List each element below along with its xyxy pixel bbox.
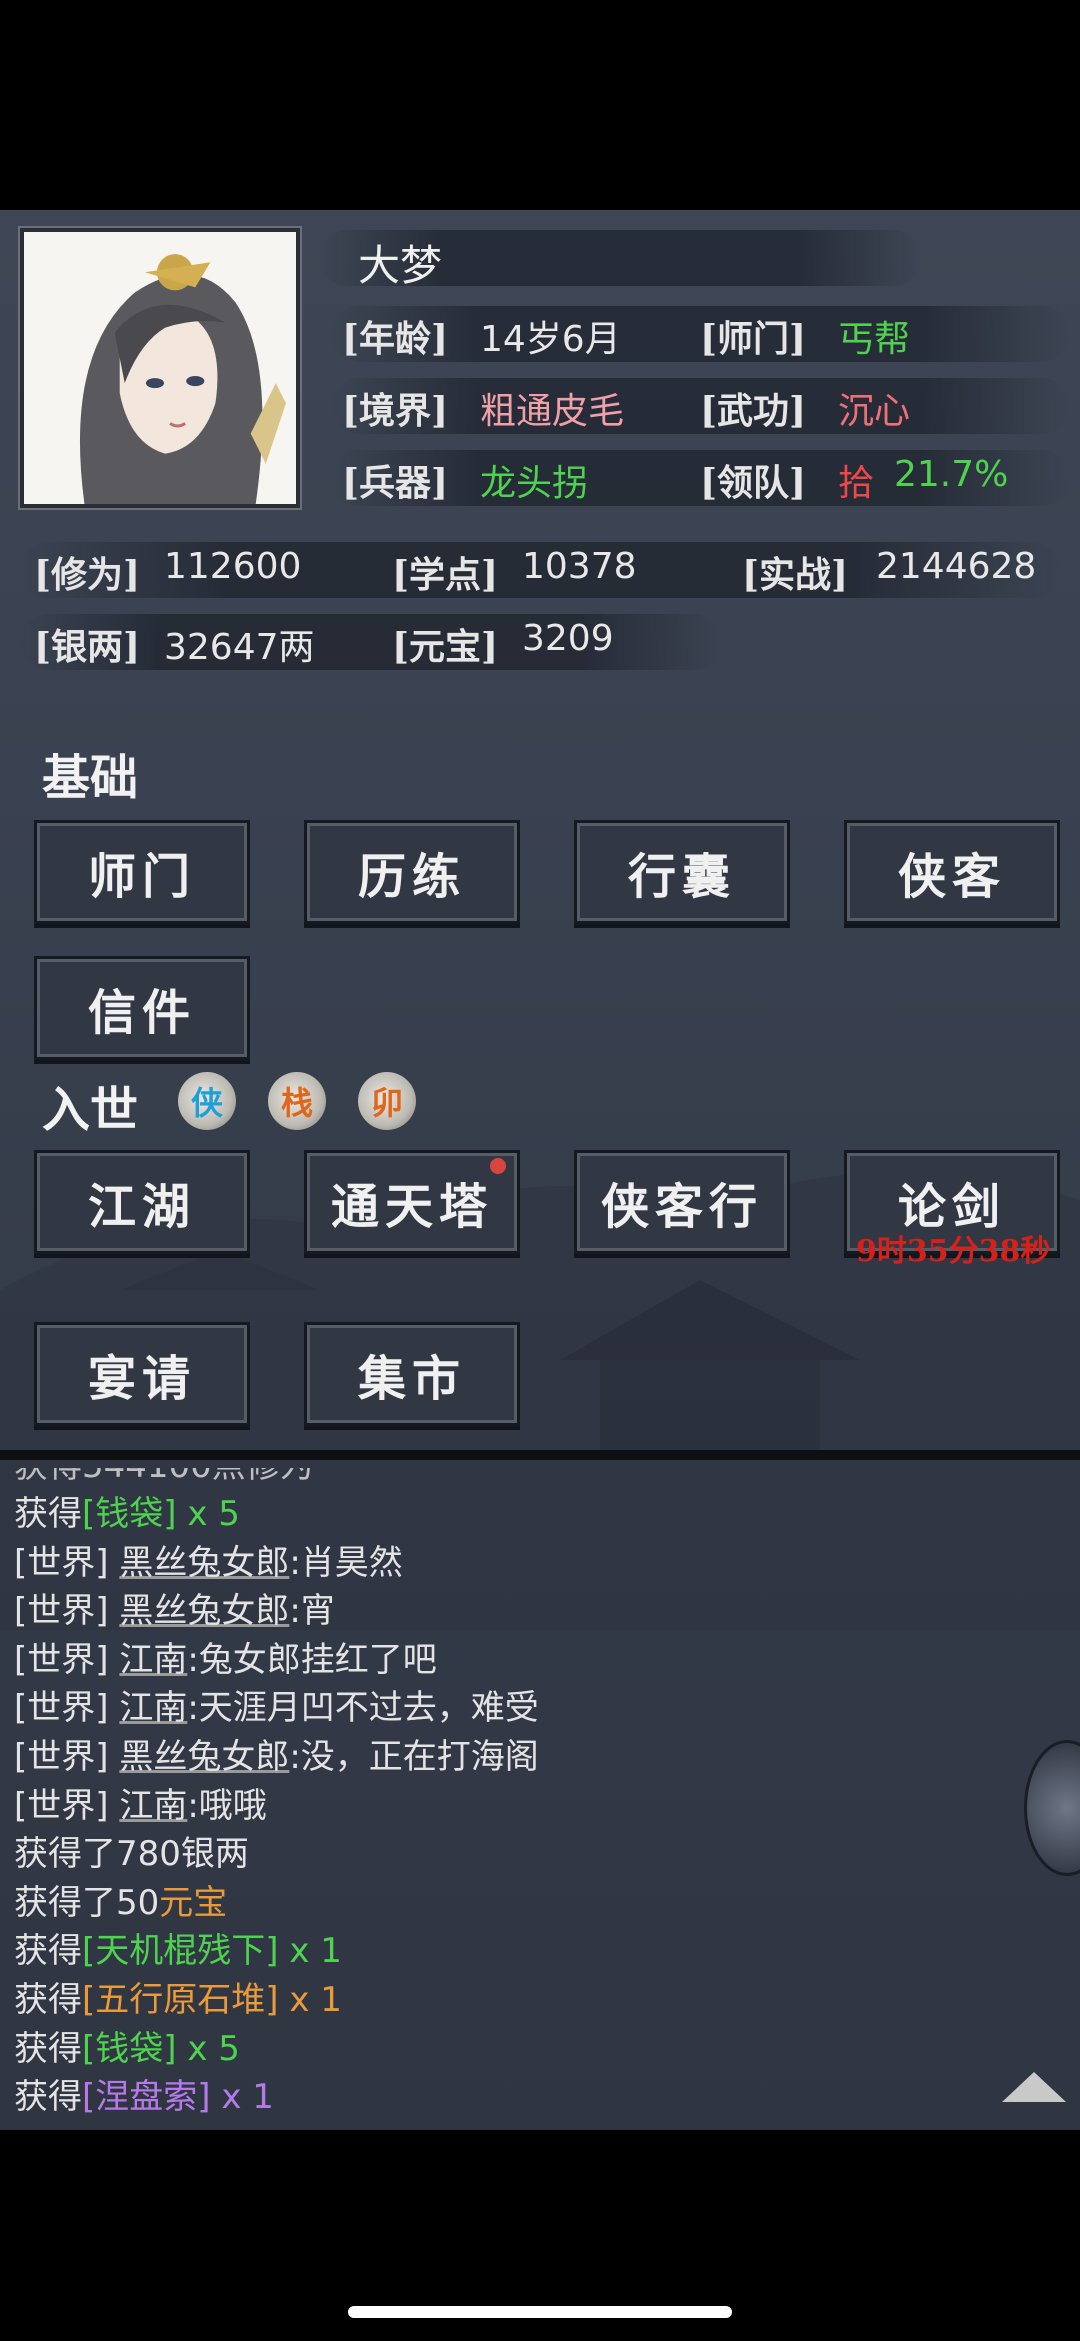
log-username[interactable]: 江南 xyxy=(119,1786,187,1826)
log-qty: x 5 xyxy=(176,1494,240,1534)
log-message: :天涯月凹不过去，难受 xyxy=(187,1688,539,1729)
log-row: [世界] 黑丝兔女郎:没，正在打海阁 xyxy=(14,1733,1054,1782)
mao-hour-badge-icon[interactable]: 卯 xyxy=(358,1072,416,1130)
combat-value: 2144628 xyxy=(876,546,1037,587)
log-prefix: 获得 xyxy=(14,1494,82,1534)
martial-art-label: [武功] xyxy=(700,390,807,432)
log-item[interactable]: [天机棍残下] xyxy=(82,1931,279,1971)
log-row: 获得[天机棍残下] x 1 xyxy=(14,1927,1054,1976)
mail-button[interactable]: 信件 xyxy=(34,956,250,1060)
hero-badge-icon[interactable]: 侠 xyxy=(178,1072,236,1130)
log-row: 获得[钱袋] x 5 xyxy=(14,2025,1054,2074)
age-value: 14岁6月 xyxy=(480,319,621,360)
player-name: 大梦 xyxy=(358,241,443,290)
log-item: 元宝 xyxy=(159,1882,228,1923)
log-prefix: 获得了50 xyxy=(14,1882,160,1923)
log-qty: x 1 xyxy=(278,1979,342,2020)
inn-badge-icon[interactable]: 栈 xyxy=(268,1072,326,1130)
log-row: 获得[涅盘索] x 1 xyxy=(14,2073,1054,2122)
log-message: :兔女郎挂红了吧 xyxy=(187,1639,437,1680)
leader-label: [领队] xyxy=(700,462,807,504)
sect-value: 丐帮 xyxy=(838,319,911,360)
log-item[interactable]: [钱袋] xyxy=(82,2029,177,2069)
log-partial-text: 获得544100点修为 xyxy=(14,1468,314,1490)
inventory-button[interactable]: 行囊 xyxy=(574,820,790,924)
leader-percent: 21.7% xyxy=(894,454,1009,495)
log-row: 获得[钱袋] x 5 xyxy=(14,1490,1054,1539)
banquet-button[interactable]: 宴请 xyxy=(34,1322,250,1426)
study-points-value: 10378 xyxy=(522,546,637,587)
sect-button[interactable]: 师门 xyxy=(34,820,250,924)
log-row: 获得了50元宝 xyxy=(14,1879,1054,1928)
log-row: [世界] 黑丝兔女郎:肖昊然 xyxy=(14,1539,1054,1588)
ingot-label: [元宝] xyxy=(392,626,499,668)
log-row: 获得了780银两 xyxy=(14,1830,1054,1879)
log-channel-tag: [世界] xyxy=(14,1785,109,1826)
log-message: :宵 xyxy=(289,1591,335,1632)
study-points-label: [学点] xyxy=(392,554,499,596)
log-username[interactable]: 江南 xyxy=(119,1688,187,1728)
ingot-value: 3209 xyxy=(522,618,614,659)
weapon-label: [兵器] xyxy=(342,462,449,504)
log-message: :肖昊然 xyxy=(289,1542,403,1583)
combat-label: [实战] xyxy=(742,554,849,596)
log-prefix: 获得 xyxy=(14,2028,82,2069)
log-row: [世界] 江南:天涯月凹不过去，难受 xyxy=(14,1684,1054,1733)
log-row: [世界] 江南:哦哦 xyxy=(14,1782,1054,1831)
log-message: 获得了780银两 xyxy=(14,1834,249,1875)
cultivation-value: 112600 xyxy=(164,546,302,587)
log-message: :哦哦 xyxy=(187,1785,267,1826)
log-row: 获得[五行原石堆] x 1 xyxy=(14,1976,1054,2025)
log-prefix: 获得 xyxy=(14,1931,82,1972)
scroll-up-icon[interactable] xyxy=(1002,2072,1066,2102)
log-item[interactable]: [涅盘索] xyxy=(82,2077,211,2117)
martial-art-value: 沉心 xyxy=(838,391,911,432)
log-prefix: 获得 xyxy=(14,1979,82,2020)
notification-dot xyxy=(490,1158,506,1174)
log-item[interactable]: [钱袋] xyxy=(82,1494,177,1534)
log-divider xyxy=(0,1450,1080,1460)
log-username[interactable]: 黑丝兔女郎 xyxy=(119,1737,289,1777)
log-partial-row: 获得544100点修为 xyxy=(14,1468,1054,1490)
world-section-title: 入世 xyxy=(42,1082,139,1138)
log-row: [世界] 江南:兔女郎挂红了吧 xyxy=(14,1636,1054,1685)
jianghu-button[interactable]: 江湖 xyxy=(34,1150,250,1254)
heroes-button[interactable]: 侠客 xyxy=(844,820,1060,924)
lunjian-timer: 9时35分38秒 xyxy=(856,1234,1051,1269)
log-row: [世界] 黑丝兔女郎:宵 xyxy=(14,1587,1054,1636)
basics-section-title: 基础 xyxy=(42,750,139,806)
tongtian-tower-button[interactable]: 通天塔 xyxy=(304,1150,520,1254)
game-screen: 大梦 [年龄] 14岁6月 [师门] 丐帮 [境界] 粗通皮毛 [武功] 沉心 … xyxy=(0,210,1080,2130)
log-item[interactable]: [五行原石堆] xyxy=(82,1980,279,2020)
log-channel-tag: [世界] xyxy=(14,1639,109,1680)
realm-value: 粗通皮毛 xyxy=(480,391,625,432)
weapon-value: 龙头拐 xyxy=(480,463,589,504)
cultivation-label: [修为] xyxy=(34,554,141,596)
realm-label: [境界] xyxy=(342,390,449,432)
log-username[interactable]: 黑丝兔女郎 xyxy=(119,1543,289,1583)
age-label: [年龄] xyxy=(342,318,449,360)
log-channel-tag: [世界] xyxy=(14,1542,109,1583)
message-log[interactable]: 获得544100点修为 获得[钱袋] x 5 [世界] 黑丝兔女郎:肖昊然 [世… xyxy=(14,1468,1054,2122)
log-username[interactable]: 江南 xyxy=(119,1640,187,1680)
silver-value: 32647两 xyxy=(164,627,315,668)
character-portrait[interactable] xyxy=(20,228,300,508)
training-button[interactable]: 历练 xyxy=(304,820,520,924)
log-qty: x 5 xyxy=(176,2028,240,2069)
log-channel-tag: [世界] xyxy=(14,1736,109,1777)
log-qty: x 1 xyxy=(278,1931,342,1972)
xiakexing-button[interactable]: 侠客行 xyxy=(574,1150,790,1254)
log-channel-tag: [世界] xyxy=(14,1591,109,1632)
log-username[interactable]: 黑丝兔女郎 xyxy=(119,1591,289,1631)
log-channel-tag: [世界] xyxy=(14,1688,109,1729)
silver-label: [银两] xyxy=(34,626,141,668)
character-portrait-art xyxy=(24,232,296,504)
log-message: :没，正在打海阁 xyxy=(289,1736,539,1777)
log-prefix: 获得 xyxy=(14,2077,82,2118)
leader-rank: 拾 xyxy=(838,463,875,504)
sect-label: [师门] xyxy=(700,318,807,360)
home-indicator[interactable] xyxy=(348,2306,732,2318)
log-qty: x 1 xyxy=(210,2077,274,2118)
market-button[interactable]: 集市 xyxy=(304,1322,520,1426)
